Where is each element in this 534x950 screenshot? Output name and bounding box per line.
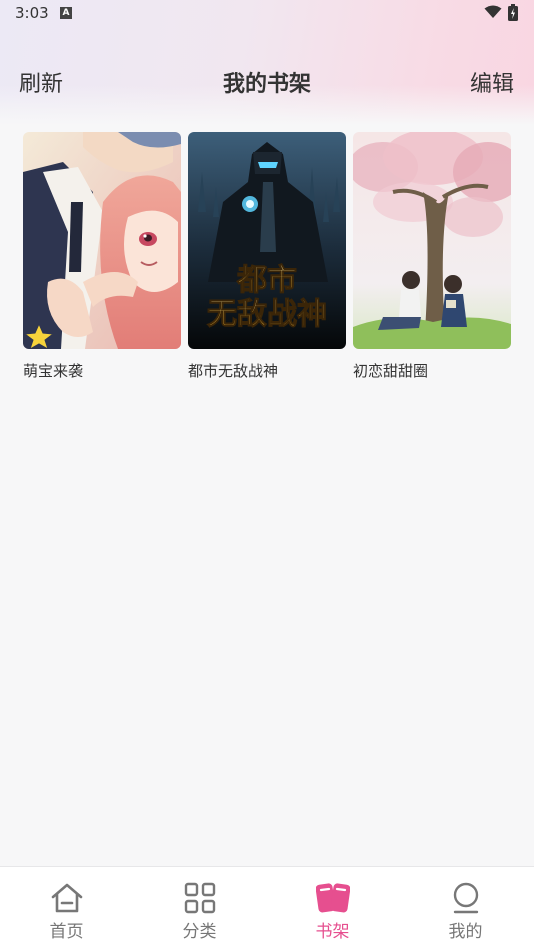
home-icon (51, 883, 82, 913)
page-title: 我的书架 (222, 72, 311, 97)
bottom-navigation: 首页 分类 书架 我的 (0, 866, 534, 950)
grid-icon (184, 882, 215, 914)
book-item[interactable]: 萌宝来袭 (23, 132, 181, 381)
nav-item-bookshelf[interactable]: 书架 (266, 867, 399, 950)
app-header: 刷新 我的书架 编辑 (0, 60, 534, 100)
profile-icon (453, 882, 478, 914)
nav-item-home[interactable]: 首页 (0, 867, 133, 950)
dark-warrior-cover-icon: 都市 无敌战神 (188, 132, 346, 349)
book-item[interactable]: 都市 无敌战神 都市无敌战神 (188, 132, 346, 381)
nav-label: 书架 (315, 922, 350, 942)
notification-a-icon: A (60, 7, 72, 19)
wifi-icon (484, 5, 502, 18)
nav-label: 我的 (448, 922, 483, 942)
cherry-blossom-couple-cover-icon (353, 132, 511, 349)
romance-manga-cover-icon (23, 132, 181, 349)
cover-title-line-2: 无敌战神 (207, 297, 327, 332)
nav-item-category[interactable]: 分类 (133, 867, 266, 950)
nav-label: 分类 (182, 922, 217, 942)
status-time: 3:03 (15, 4, 49, 22)
status-bar: 3:03 A (0, 0, 534, 28)
book-item[interactable]: 初恋甜甜圈 (353, 132, 511, 381)
nav-label: 首页 (49, 922, 84, 942)
bookshelf-icon (315, 883, 350, 913)
refresh-button[interactable]: 刷新 (19, 66, 63, 98)
battery-icon (508, 4, 518, 21)
book-title: 初恋甜甜圈 (353, 362, 429, 380)
cover-title-line-1: 都市 (236, 263, 297, 298)
nav-item-profile[interactable]: 我的 (399, 867, 532, 950)
edit-button[interactable]: 编辑 (470, 66, 514, 98)
book-title: 萌宝来袭 (23, 362, 84, 380)
book-title: 都市无敌战神 (188, 362, 279, 380)
